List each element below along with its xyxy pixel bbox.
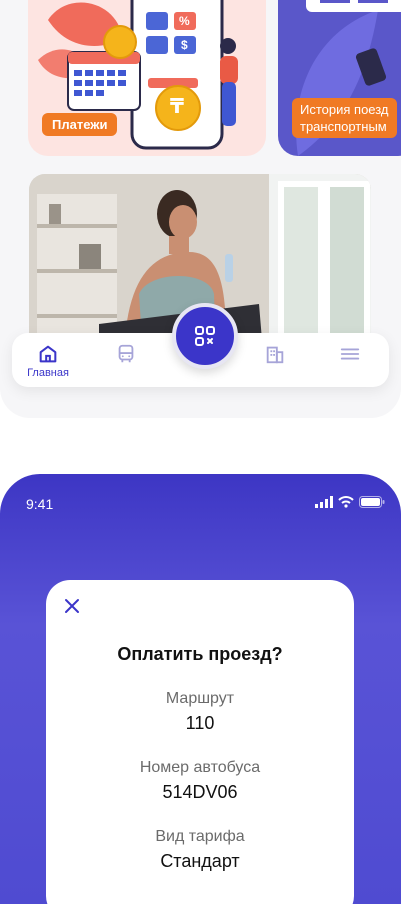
bus-number-value: 514DV06	[162, 782, 238, 802]
percent-symbol: %	[179, 14, 190, 28]
history-label-1: История поезд	[300, 102, 389, 117]
wifi-icon	[338, 496, 354, 508]
signal-icon	[315, 496, 333, 508]
history-card[interactable]: История поезд транспортным	[278, 0, 401, 156]
route-label: Маршрут	[165, 690, 235, 707]
pay-screen: 9:41 Оплатить проезд? Маршрут 110 Номер …	[0, 474, 401, 904]
nav-home-label: Главная	[27, 367, 69, 379]
nav-menu[interactable]	[330, 343, 370, 379]
qr-icon	[195, 326, 215, 346]
nav-transport[interactable]	[106, 343, 146, 379]
status-time: 9:41	[26, 496, 54, 512]
bus-icon	[118, 344, 134, 363]
building-icon	[266, 346, 284, 364]
nav-home[interactable]: Главная	[27, 343, 69, 379]
coin-symbol: ₸	[170, 96, 184, 118]
tariff-value: Стандарт	[160, 851, 240, 871]
pay-modal: Оплатить проезд? Маршрут 110 Номер автоб…	[46, 580, 354, 904]
route-value: 110	[185, 713, 215, 733]
battery-icon	[359, 496, 385, 508]
history-label-2: транспортным	[300, 119, 387, 134]
nav-city[interactable]	[255, 343, 295, 379]
payments-badge: Платежи	[42, 113, 118, 136]
tariff-label: Вид тарифа	[155, 828, 245, 845]
modal-title: Оплатить проезд?	[117, 644, 283, 664]
home-icon	[39, 345, 57, 363]
payments-card[interactable]: % $ ₸ Платежи	[28, 0, 266, 156]
status-icons	[315, 496, 385, 508]
dollar-symbol: $	[181, 38, 188, 52]
history-badge: История поезд транспортным	[292, 98, 397, 138]
qr-scan-button[interactable]	[172, 303, 238, 369]
bus-number-label: Номер автобуса	[139, 759, 261, 776]
menu-icon	[340, 348, 360, 360]
close-icon[interactable]	[64, 598, 80, 614]
home-screen: % $ ₸ Платежи История поезд транспортным	[0, 0, 401, 418]
